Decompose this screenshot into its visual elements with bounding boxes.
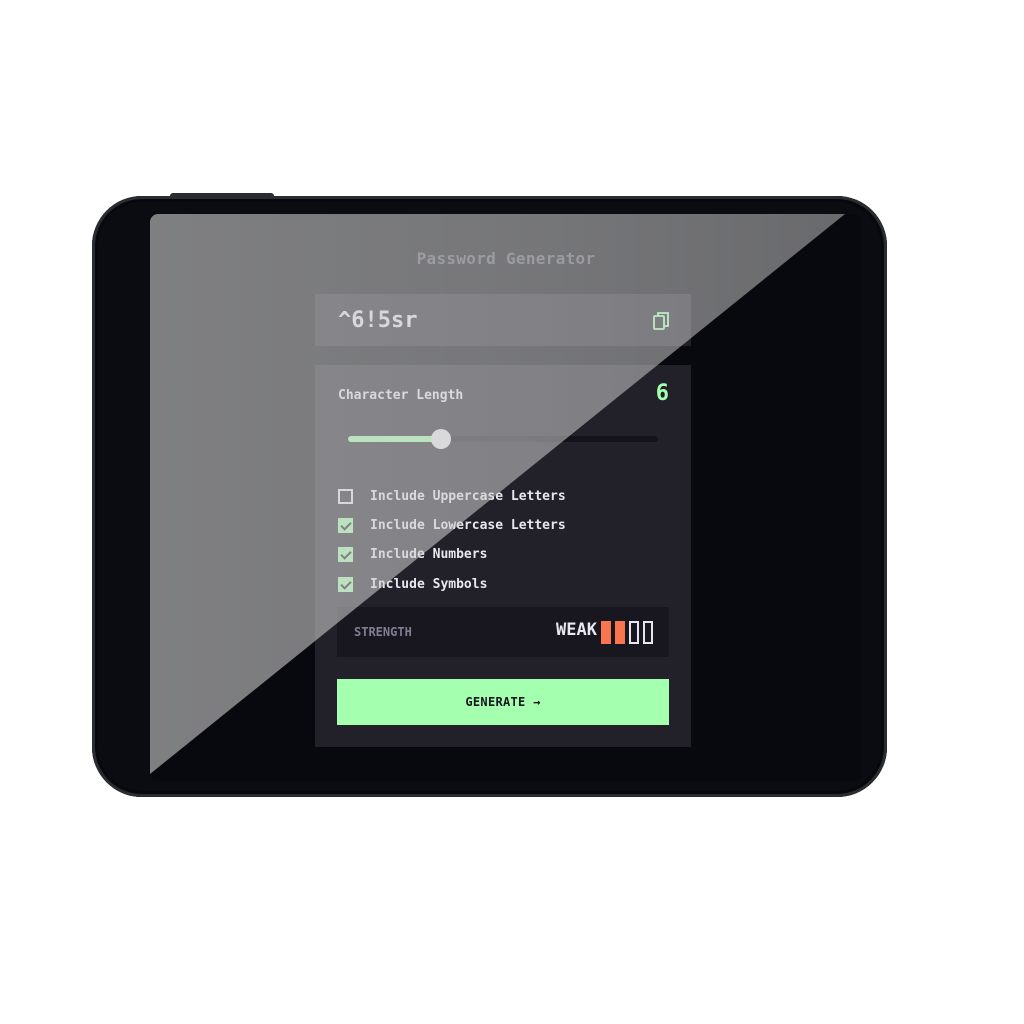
generate-button[interactable]: GENERATE → (337, 679, 669, 725)
app-title: Password Generator (416, 249, 596, 268)
option-symbols[interactable]: Include Symbols (338, 576, 487, 592)
strength-level: WEAK (556, 620, 597, 640)
password-display: ^6!5sr (315, 294, 691, 346)
option-uppercase[interactable]: Include Uppercase Letters (338, 488, 566, 504)
checkbox-lowercase[interactable] (338, 517, 353, 533)
strength-label: STRENGTH (354, 625, 412, 639)
option-lowercase[interactable]: Include Lowercase Letters (338, 517, 566, 533)
option-label: Include Uppercase Letters (370, 488, 566, 504)
strength-bars (601, 621, 653, 644)
copy-icon[interactable] (653, 311, 671, 331)
checkbox-uppercase[interactable] (338, 488, 353, 504)
strength-bar (601, 621, 611, 644)
option-label: Include Numbers (370, 546, 488, 562)
option-numbers[interactable]: Include Numbers (338, 546, 487, 562)
settings-card: Character Length 6 Include Uppercase Let… (315, 365, 691, 747)
password-value: ^6!5sr (338, 308, 418, 333)
checkbox-numbers[interactable] (338, 546, 353, 562)
strength-bar (629, 621, 639, 644)
length-slider[interactable] (348, 429, 658, 449)
slider-fill (348, 436, 441, 442)
tablet-screen: Password Generator ^6!5sr Character Leng… (150, 214, 862, 781)
checkbox-symbols[interactable] (338, 576, 353, 592)
strength-bar (643, 621, 653, 644)
option-label: Include Lowercase Letters (370, 517, 566, 533)
strength-panel: STRENGTH WEAK (337, 607, 669, 657)
character-length-value: 6 (655, 381, 669, 406)
option-label: Include Symbols (370, 576, 488, 592)
slider-thumb[interactable] (431, 429, 451, 449)
strength-bar (615, 621, 625, 644)
character-length-label: Character Length (338, 388, 464, 403)
